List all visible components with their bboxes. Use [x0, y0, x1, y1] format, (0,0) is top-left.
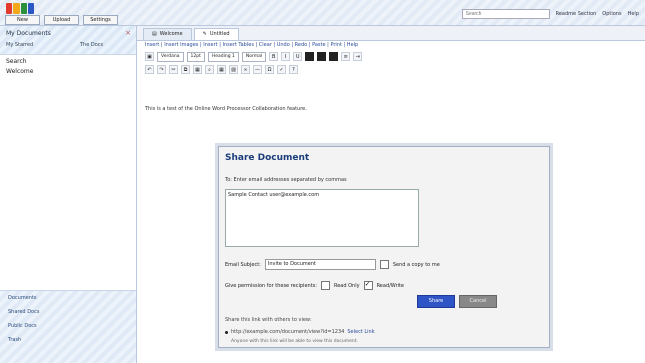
logo-block-4	[27, 3, 34, 14]
spell-icon[interactable]: ✓	[277, 65, 286, 74]
recipients-field[interactable]: Sample Contact user@example.com	[225, 189, 419, 247]
align-left-icon[interactable]	[305, 52, 315, 61]
list-item[interactable]: Welcome	[6, 67, 130, 77]
search-input[interactable]	[461, 9, 550, 19]
options-link[interactable]: Options	[602, 11, 621, 17]
table-icon[interactable]: ▦	[217, 65, 226, 74]
cut-icon[interactable]: ✂	[169, 65, 178, 74]
style-select[interactable]: Heading 1	[207, 51, 239, 62]
logo-block-3	[20, 3, 27, 14]
share-link-url[interactable]: http://example.com/document/view?id=1234	[231, 329, 344, 335]
to-row: To: Enter email addresses separated by c…	[225, 177, 347, 183]
sidebar-starred[interactable]: My Starred	[6, 42, 33, 48]
share-link-title: Share this link with others to view:	[225, 317, 312, 323]
permission-row: Give permission for these recipients: Re…	[225, 280, 405, 290]
to-hint: Enter email addresses separated by comma…	[233, 177, 347, 183]
tab-untitled[interactable]: ✎ Untitled	[193, 28, 239, 40]
logo-block-2	[13, 3, 20, 14]
sidebar-docs[interactable]: The Docs	[80, 42, 103, 48]
bold-icon[interactable]: B	[269, 52, 279, 61]
permission-label: Give permission for these recipients:	[225, 282, 317, 289]
size-select[interactable]: 12pt	[186, 51, 205, 62]
cancel-button[interactable]: Cancel	[459, 295, 497, 308]
share-note: Anyone with this link will be able to vi…	[231, 339, 358, 344]
sidebar-footer: Documents Shared Docs Public Docs Trash	[0, 290, 136, 363]
format-toolbar: ▣ Verdana 12pt Heading 1 Normal B I U ≡ …	[137, 50, 645, 63]
find-icon[interactable]: ⌕	[205, 65, 214, 74]
subject-label: Email Subject:	[225, 261, 261, 268]
align-right-icon[interactable]	[329, 52, 339, 61]
settings-button[interactable]: Settings	[83, 15, 118, 25]
read-write-checkbox[interactable]	[363, 280, 373, 290]
sidebar-item-public[interactable]: Public Docs	[0, 319, 136, 333]
document-body-text[interactable]: This is a test of the Online Word Proces…	[145, 106, 307, 112]
tab-welcome[interactable]: ▤ Welcome	[143, 28, 192, 40]
bullet-icon	[225, 330, 228, 334]
paste-icon[interactable]: ▦	[193, 65, 202, 74]
sidebar-title: My Documents	[6, 30, 51, 37]
share-link-row: http://example.com/document/view?id=1234…	[225, 329, 375, 335]
align-center-icon[interactable]	[317, 52, 327, 61]
read-only-checkbox[interactable]	[320, 281, 330, 290]
underline-icon[interactable]: U	[293, 52, 303, 61]
list-icon[interactable]: ≡	[341, 52, 351, 61]
link-icon[interactable]: ∞	[241, 65, 250, 74]
subject-row: Email Subject: Invite to Document Send a…	[225, 259, 440, 270]
logo-block-1	[6, 3, 13, 14]
tab-bar: ▤ Welcome ✎ Untitled	[137, 26, 645, 41]
insert-toolbar: ↶ ↷ ✂ ⧉ ▦ ⌕ ▦ ▨ ∞ — Ω ✓ ?	[137, 63, 645, 76]
sidebar-item-documents[interactable]: Documents	[0, 291, 136, 305]
new-button[interactable]: New	[5, 15, 40, 25]
help-icon[interactable]: ?	[289, 65, 298, 74]
readme-link[interactable]: Readme Section	[556, 11, 597, 17]
redo-icon[interactable]: ↷	[157, 65, 166, 74]
editor-menu[interactable]: Insert | Insert Images | Insert | Insert…	[137, 41, 645, 50]
sidebar: My Documents × My Starred The Docs Searc…	[0, 26, 137, 363]
tab-label: Untitled	[209, 31, 230, 37]
app-logo	[6, 3, 34, 14]
sidebar-header: My Documents × My Starred The Docs	[0, 26, 136, 55]
read-write-label: Read/Write	[376, 282, 405, 289]
char-icon[interactable]: Ω	[265, 65, 274, 74]
main-area: ▤ Welcome ✎ Untitled Insert | Insert Ima…	[137, 26, 645, 363]
tab-label: Welcome	[159, 31, 183, 37]
dialog-buttons: Share Cancel	[417, 295, 497, 308]
document-icon: ▤	[152, 31, 157, 37]
document-icon: ✎	[202, 31, 207, 37]
share-dialog: Share Document To: Enter email addresses…	[218, 146, 550, 348]
upload-button[interactable]: Upload	[44, 15, 79, 25]
select-link-button[interactable]: Select Link	[347, 329, 374, 335]
indent-icon[interactable]: ⇥	[353, 52, 363, 61]
image-icon[interactable]: ▨	[229, 65, 238, 74]
document-list: Search Welcome	[0, 55, 136, 79]
format-select[interactable]: Normal	[241, 51, 267, 62]
send-copy-label: Send a copy to me	[392, 261, 440, 268]
hr-icon[interactable]: —	[253, 65, 262, 74]
subject-field[interactable]: Invite to Document	[264, 259, 376, 270]
copy-icon[interactable]: ⧉	[181, 65, 190, 74]
list-item[interactable]: Search	[6, 57, 130, 67]
sidebar-item-trash[interactable]: Trash	[0, 333, 136, 347]
help-link[interactable]: Help	[628, 11, 639, 17]
send-copy-checkbox[interactable]	[379, 260, 389, 269]
to-label: To:	[225, 177, 232, 183]
share-button[interactable]: Share	[417, 295, 455, 308]
font-select[interactable]: Verdana	[157, 51, 184, 62]
dialog-title: Share Document	[225, 153, 310, 163]
undo-icon[interactable]: ↶	[145, 65, 154, 74]
save-icon[interactable]: ▣	[145, 52, 154, 61]
read-only-label: Read Only	[333, 282, 360, 289]
sidebar-item-shared[interactable]: Shared Docs	[0, 305, 136, 319]
italic-icon[interactable]: I	[281, 52, 291, 61]
top-bar: New Upload Settings Readme Section Optio…	[0, 0, 645, 26]
close-icon[interactable]: ×	[125, 29, 131, 37]
